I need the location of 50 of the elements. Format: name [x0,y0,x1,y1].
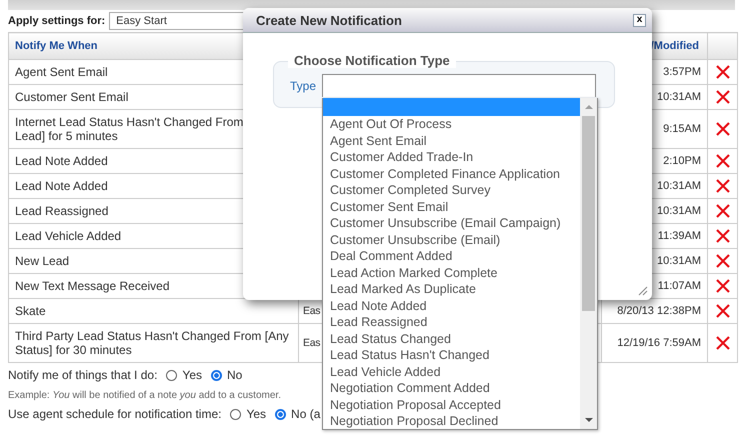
dropdown-option[interactable]: Agent Out Of Process [323,116,580,132]
delete-icon[interactable] [716,336,730,350]
delete-icon[interactable] [716,122,730,136]
dropdown-option[interactable]: Negotiation Comment Added [323,380,580,396]
delete-icon[interactable] [716,204,730,218]
resize-grip-icon[interactable] [638,286,648,296]
dropdown-option[interactable]: Customer Unsubscribe (Email Campaign) [323,215,580,232]
option-label: Notify me of things that I do: [8,368,158,382]
delete-icon[interactable] [716,154,730,168]
dropdown-option[interactable]: Negotiation Proposal Declined [323,413,580,429]
delete-icon[interactable] [716,304,730,318]
radio-label: Yes [246,407,266,421]
table-cell: Third Party Lead Status Hasn't Changed From [Any Status] for 30 minutes [8,324,298,362]
dropdown-option[interactable]: Customer Added Trade-In [323,149,580,166]
dropdown-option[interactable]: Negotiation Proposal Accepted [323,396,580,413]
table-cell: 12/19/16 7:59AM [602,324,708,362]
scrollbar[interactable] [580,98,597,429]
dropdown-option[interactable]: Deal Comment Added [323,248,580,264]
dropdown-option[interactable]: Customer Completed Survey [323,182,580,198]
dropdown-option[interactable]: Customer Completed Finance Application [323,166,580,182]
settings-label: Apply settings for: [8,15,106,27]
dropdown-option[interactable]: Lead Status Changed [323,330,580,347]
radio-button[interactable] [275,408,286,420]
delete-icon[interactable] [716,90,730,104]
radio-label: Yes [182,368,202,382]
dropdown-option[interactable]: Agent Sent Email [323,132,580,149]
dropdown-option[interactable]: Lead Vehicle Added [323,364,580,380]
radio-button[interactable] [230,408,242,420]
dropdown-option[interactable]: Lead Status Hasn't Changed [323,347,580,364]
scroll-down-icon[interactable] [584,417,592,423]
option-label: Use agent schedule for notification time: [8,407,222,421]
radio-button[interactable] [166,370,178,380]
dropdown-option[interactable]: Customer Sent Email [323,198,580,215]
delete-icon[interactable] [716,254,730,268]
dropdown-option[interactable]: Lead Marked As Duplicate [323,281,580,298]
radio-button[interactable] [211,370,222,380]
delete-icon[interactable] [716,65,730,79]
delete-icon[interactable] [716,279,730,293]
close-button[interactable]: x [633,14,646,26]
delete-icon[interactable] [716,229,730,243]
example-text: Example: You will be notified of a note you add to a customer. [8,390,282,401]
dialog-title: Create New Notification [256,12,402,28]
dropdown-option[interactable]: Lead Action Marked Complete [323,264,580,281]
radio-label: No (a [291,407,320,421]
fieldset-legend: Choose Notification Type [288,53,456,68]
delete-icon[interactable] [716,179,730,193]
dropdown-option[interactable]: Lead Note Added [323,298,580,314]
radio-label: No [227,368,242,382]
dropdown-option[interactable]: Customer Unsubscribe (Email) [323,232,580,248]
type-select[interactable] [322,74,596,97]
